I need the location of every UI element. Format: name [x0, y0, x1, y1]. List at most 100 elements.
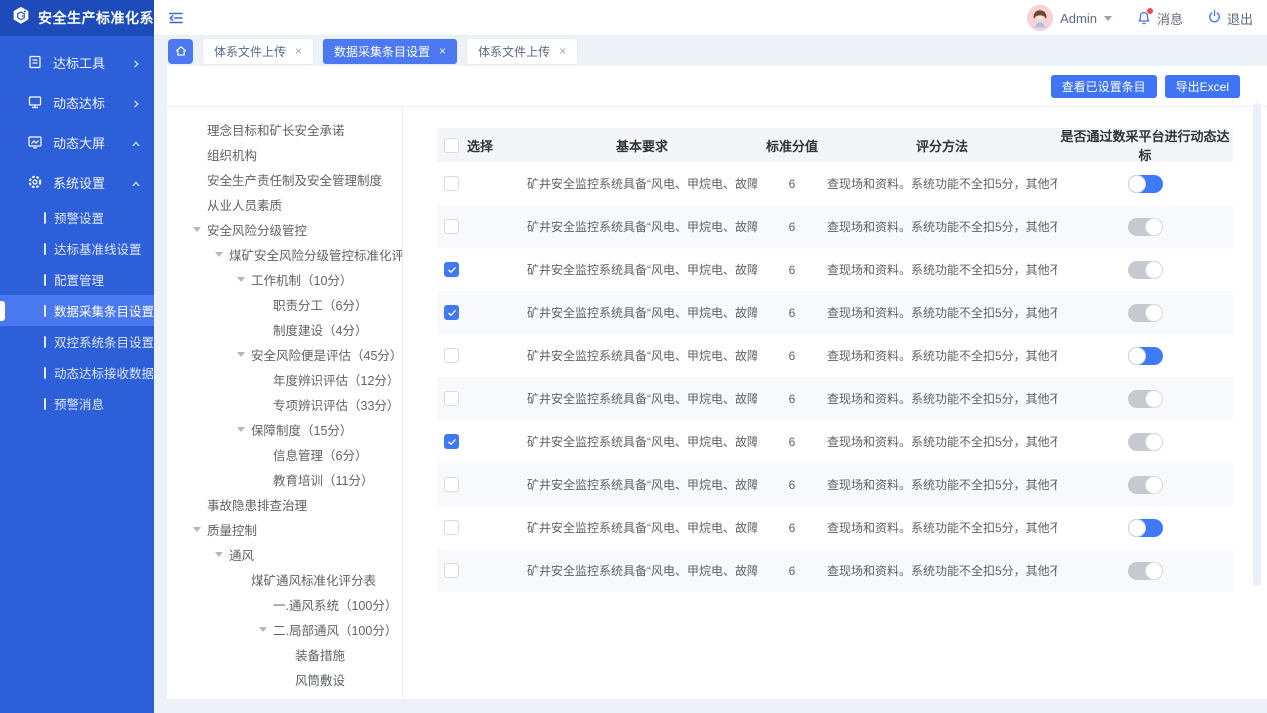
row-checkbox[interactable] — [444, 262, 459, 277]
cell-score: 6 — [757, 392, 827, 406]
caret-down-icon[interactable] — [237, 352, 245, 357]
cell-select — [437, 262, 527, 277]
subitem-marker — [44, 305, 46, 317]
sidebar-subitem-双控系统条目设置[interactable]: 双控系统条目设置 — [0, 326, 154, 357]
caret-down-icon[interactable] — [215, 552, 223, 557]
close-tab-icon[interactable]: × — [439, 45, 446, 57]
row-checkbox[interactable] — [444, 219, 459, 234]
view-configured-items-button[interactable]: 查看已设置条目 — [1051, 75, 1157, 98]
tree-node[interactable]: 事故隐患排查治理 — [167, 492, 402, 517]
dynamic-toggle[interactable] — [1128, 390, 1163, 408]
sidebar-subitem-数据采集条目设置[interactable]: 数据采集条目设置 — [0, 295, 154, 326]
cell-dynamic — [1057, 433, 1233, 451]
tree-node[interactable]: 组织机构 — [167, 142, 402, 167]
tree-node-label: 安全生产责任制及安全管理制度 — [207, 170, 382, 189]
table-body: 矿井安全监控系统具备“风电、甲烷电、故障”闭锁及手... 6 查现场和资料。系统功能… — [437, 162, 1233, 592]
sidebar-item-动态达标[interactable]: 动态达标 — [0, 82, 154, 122]
tree-node[interactable]: 保障制度（15分） — [167, 417, 402, 442]
dynamic-toggle[interactable] — [1128, 476, 1163, 494]
tree-node[interactable]: 风筒敷设 — [167, 667, 402, 692]
row-checkbox[interactable] — [444, 348, 459, 363]
row-checkbox[interactable] — [444, 477, 459, 492]
messages-button[interactable]: 消息 — [1136, 9, 1183, 28]
tree-node[interactable]: 从业人员素质 — [167, 192, 402, 217]
toggle-knob — [1128, 175, 1146, 193]
tree-node-label: 从业人员素质 — [207, 195, 282, 214]
sidebar-subitem-配置管理[interactable]: 配置管理 — [0, 264, 154, 295]
sidebar-item-系统设置[interactable]: 系统设置 — [0, 162, 154, 202]
tree-node[interactable]: 年度辨识评估（12分） — [167, 367, 402, 392]
tree-node[interactable]: 二.局部通风（100分） — [167, 617, 402, 642]
tree-node[interactable]: 三.通风设施（100分） — [167, 692, 402, 698]
tree-node[interactable]: 教育培训（11分） — [167, 467, 402, 492]
row-checkbox[interactable] — [444, 176, 459, 191]
caret-down-icon[interactable] — [193, 227, 201, 232]
caret-down-icon[interactable] — [237, 277, 245, 282]
sidebar-subitem-预警设置[interactable]: 预警设置 — [0, 202, 154, 233]
caret-down-icon[interactable] — [237, 427, 245, 432]
cell-score: 6 — [757, 220, 827, 234]
tree-node-label: 信息管理（6分） — [273, 445, 367, 464]
tree-node[interactable]: 专项辨识评估（33分） — [167, 392, 402, 417]
doc-icon — [27, 54, 43, 70]
cell-requirement: 矿井安全监控系统具备“风电、甲烷电、故障”闭锁及手... — [527, 519, 757, 536]
tree-node[interactable]: 工作机制（10分） — [167, 267, 402, 292]
vertical-scrollbar[interactable] — [1253, 103, 1261, 586]
page-toolbar: 查看已设置条目 导出Excel — [167, 66, 1267, 107]
close-tab-icon[interactable]: × — [559, 45, 566, 57]
caret-down-icon[interactable] — [193, 527, 201, 532]
tab-体系文件上传[interactable]: 体系文件上传× — [467, 39, 577, 64]
dynamic-toggle[interactable] — [1128, 433, 1163, 451]
sidebar-subitem-预警消息[interactable]: 预警消息 — [0, 388, 154, 419]
sidebar-subitem-达标基准线设置[interactable]: 达标基准线设置 — [0, 233, 154, 264]
dynamic-toggle[interactable] — [1128, 562, 1163, 580]
dynamic-toggle[interactable] — [1128, 218, 1163, 236]
tree-node[interactable]: 装备措施 — [167, 642, 402, 667]
cell-requirement: 矿井安全监控系统具备“风电、甲烷电、故障”闭锁及手... — [527, 175, 757, 192]
tree-node[interactable]: 通风 — [167, 542, 402, 567]
caret-down-icon[interactable] — [259, 627, 267, 632]
tree-node[interactable]: 一.通风系统（100分） — [167, 592, 402, 617]
dynamic-toggle[interactable] — [1128, 261, 1163, 279]
export-excel-button[interactable]: 导出Excel — [1165, 75, 1240, 98]
sidebar-item-达标工具[interactable]: 达标工具 — [0, 42, 154, 82]
tree-node[interactable]: 职责分工（6分） — [167, 292, 402, 317]
tree-node-label: 三.通风设施（100分） — [273, 695, 397, 698]
row-checkbox[interactable] — [444, 563, 459, 578]
cell-method: 查现场和资料。系统功能不全扣5分，其他不... — [827, 519, 1057, 536]
tree-node[interactable]: 理念目标和矿长安全承诺 — [167, 117, 402, 142]
logout-button[interactable]: 退出 — [1207, 9, 1253, 28]
dynamic-toggle[interactable] — [1128, 304, 1163, 322]
sidebar-item-动态大屏[interactable]: 动态大屏 — [0, 122, 154, 162]
row-checkbox[interactable] — [444, 520, 459, 535]
dynamic-toggle[interactable] — [1128, 519, 1163, 537]
tree-node[interactable]: 信息管理（6分） — [167, 442, 402, 467]
dynamic-toggle[interactable] — [1128, 175, 1163, 193]
row-checkbox[interactable] — [444, 305, 459, 320]
tree-node-label: 安全风险分级管控 — [207, 220, 307, 239]
cell-dynamic — [1057, 519, 1233, 537]
tree-node[interactable]: 安全风险分级管控 — [167, 217, 402, 242]
caret-down-icon[interactable] — [215, 252, 223, 257]
user-menu[interactable]: Admin — [1027, 5, 1112, 31]
tab-数据采集条目设置[interactable]: 数据采集条目设置× — [323, 39, 457, 64]
row-checkbox[interactable] — [444, 434, 459, 449]
tree-node[interactable]: 安全生产责任制及安全管理制度 — [167, 167, 402, 192]
tree-node[interactable]: 煤矿通风标准化评分表 — [167, 567, 402, 592]
tab-体系文件上传[interactable]: 体系文件上传× — [203, 39, 313, 64]
toggle-knob — [1145, 261, 1163, 279]
tree-node[interactable]: 煤矿安全风险分级管控标准化评分表 — [167, 242, 402, 267]
close-tab-icon[interactable]: × — [295, 45, 302, 57]
select-all-checkbox[interactable] — [444, 138, 459, 153]
tree-node[interactable]: 质量控制 — [167, 517, 402, 542]
app-title: 安全生产标准化系统 — [38, 8, 169, 28]
row-checkbox[interactable] — [444, 391, 459, 406]
tree-node[interactable]: 安全风险便是评估（45分） — [167, 342, 402, 367]
sidebar-subitem-动态达标接收数据[interactable]: 动态达标接收数据 — [0, 357, 154, 388]
collapse-sidebar-icon[interactable] — [168, 10, 184, 26]
table-row: 矿井安全监控系统具备“风电、甲烷电、故障”闭锁及手...6查现场和资料。系统功能… — [437, 420, 1233, 463]
tree-node[interactable]: 制度建设（4分） — [167, 317, 402, 342]
home-tab-button[interactable] — [168, 39, 193, 64]
dynamic-toggle[interactable] — [1128, 347, 1163, 365]
cell-select — [437, 348, 527, 363]
